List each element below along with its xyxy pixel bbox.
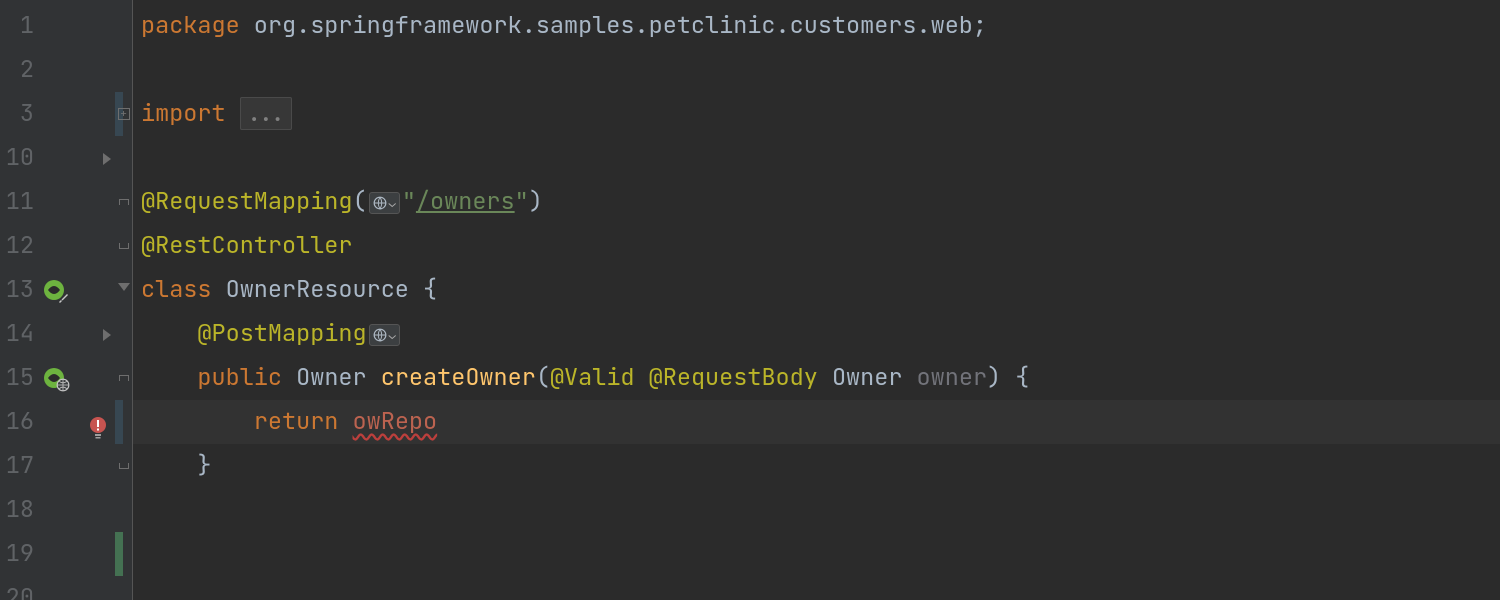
annotation-rest-controller: @RestController — [141, 230, 353, 261]
brace-close: } — [197, 450, 211, 481]
gutter-fold: + — [115, 0, 133, 600]
code-area[interactable]: package org.springframework.samples.petc… — [133, 0, 1500, 600]
code-line[interactable] — [133, 48, 1500, 92]
code-line[interactable] — [133, 532, 1500, 576]
annotation-request-mapping: @RequestMapping — [141, 186, 353, 217]
brace-open: { — [423, 274, 437, 305]
line-number[interactable]: 2 — [0, 48, 38, 92]
paren-open: ( — [353, 186, 367, 217]
indent — [141, 450, 197, 481]
line-number[interactable]: 11 — [0, 180, 38, 224]
string-quote: " — [402, 186, 416, 217]
code-line[interactable]: @RestController — [133, 224, 1500, 268]
line-number[interactable]: 3 — [0, 92, 38, 136]
annotation-post-mapping: @PostMapping — [197, 318, 366, 349]
keyword-import: import — [141, 98, 226, 129]
param-type: Owner — [818, 362, 917, 393]
code-line[interactable]: import ... — [133, 92, 1500, 136]
method-name: createOwner — [381, 362, 536, 393]
code-line[interactable]: class OwnerResource { — [133, 268, 1500, 312]
unresolved-symbol-error[interactable]: owRepo — [353, 406, 438, 437]
indent — [141, 362, 197, 393]
indent — [141, 406, 254, 437]
line-number[interactable]: 10 — [0, 136, 38, 180]
keyword-return: return — [254, 406, 339, 437]
param-name: owner — [917, 362, 988, 393]
space — [338, 406, 352, 437]
paren-close-brace-open: ) { — [987, 362, 1029, 393]
code-line[interactable]: return owRepo — [133, 400, 1500, 444]
code-line[interactable]: @PostMapping ⌄ — [133, 312, 1500, 356]
annotation-request-body: @RequestBody — [649, 362, 818, 393]
line-number[interactable]: 14 — [0, 312, 38, 356]
line-number[interactable]: 19 — [0, 532, 38, 576]
line-number[interactable]: 16 — [0, 400, 38, 444]
code-line[interactable]: } — [133, 444, 1500, 488]
line-number[interactable]: 15 — [0, 356, 38, 400]
edit-overlay-icon — [58, 292, 70, 304]
line-number[interactable]: 12 — [0, 224, 38, 268]
chevron-down-icon: ⌄ — [389, 197, 396, 209]
navigate-arrow-icon[interactable] — [103, 153, 111, 165]
keyword-package: package — [141, 10, 240, 41]
line-number[interactable]: 20 — [0, 576, 38, 600]
package-name: org.springframework.samples.petclinic.cu… — [240, 10, 987, 41]
code-line[interactable]: @RequestMapping( ⌄ "/owners") — [133, 180, 1500, 224]
paren-close: ) — [529, 186, 543, 217]
keyword-public: public — [197, 362, 282, 393]
line-number[interactable]: 17 — [0, 444, 38, 488]
gutter-icons — [38, 0, 115, 600]
web-overlay-icon — [56, 378, 70, 392]
code-line[interactable] — [133, 488, 1500, 532]
fold-region-end-icon[interactable] — [119, 243, 129, 249]
fold-expand-icon[interactable]: + — [118, 108, 130, 120]
chevron-down-icon: ⌄ — [389, 329, 396, 341]
url-mapping-chip[interactable]: ⌄ — [369, 324, 400, 346]
return-type: Owner — [282, 362, 381, 393]
code-line[interactable]: public Owner createOwner(@Valid @Request… — [133, 356, 1500, 400]
code-line[interactable] — [133, 576, 1500, 600]
fold-collapse-icon[interactable] — [118, 283, 130, 291]
navigate-arrow-icon[interactable] — [103, 329, 111, 341]
fold-region-end-icon[interactable] — [119, 463, 129, 469]
line-number[interactable]: 13 — [0, 268, 38, 312]
fold-region-start-icon[interactable] — [119, 375, 129, 381]
string-quote: " — [515, 186, 529, 217]
globe-icon — [373, 196, 387, 210]
fold-region-start-icon[interactable] — [119, 199, 129, 205]
url-mapping-chip[interactable]: ⌄ — [369, 192, 400, 214]
keyword-class: class — [141, 274, 212, 305]
globe-icon — [373, 328, 387, 342]
annotation-valid: @Valid — [550, 362, 649, 393]
indent — [141, 318, 197, 349]
code-editor: 1 2 3 10 11 12 13 14 15 16 17 18 19 20 — [0, 0, 1500, 600]
line-number[interactable]: 18 — [0, 488, 38, 532]
line-number[interactable]: 1 — [0, 4, 38, 48]
gutter-line-numbers: 1 2 3 10 11 12 13 14 15 16 17 18 19 20 — [0, 0, 38, 600]
string-url-path[interactable]: /owners — [416, 186, 515, 217]
folded-import-ellipsis[interactable]: ... — [240, 97, 292, 130]
code-line[interactable] — [133, 136, 1500, 180]
code-line[interactable]: package org.springframework.samples.petc… — [133, 4, 1500, 48]
class-name: OwnerResource — [212, 274, 424, 305]
paren-open: ( — [536, 362, 550, 393]
